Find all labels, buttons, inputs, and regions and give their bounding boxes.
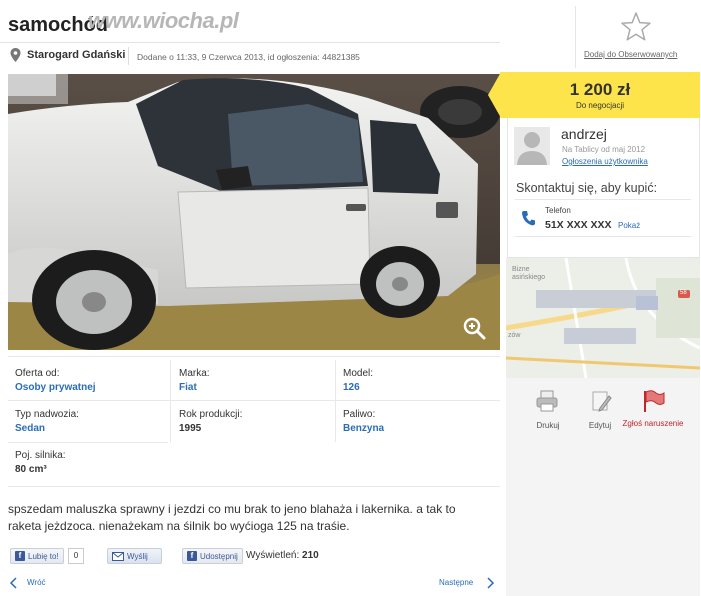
detail-value-make[interactable]: Fiat <box>179 382 197 393</box>
show-phone-link[interactable]: Pokaż <box>618 221 640 230</box>
map-label-2: asińskiego <box>512 274 546 281</box>
detail-label-body: Typ nadwozia: <box>15 409 79 420</box>
phone-divider-top <box>515 199 691 200</box>
detail-label-fuel: Paliwo: <box>343 409 376 420</box>
report-label[interactable]: Zgłoś naruszenie <box>622 419 684 429</box>
detail-label-make: Marka: <box>179 368 210 379</box>
seller-name: andrzej <box>561 126 607 142</box>
header-separator <box>128 47 129 65</box>
detail-value-model[interactable]: 126 <box>343 382 360 393</box>
details-row-divider-2 <box>8 442 168 443</box>
details-col-divider-2 <box>335 360 336 442</box>
prev-arrow-icon[interactable] <box>8 577 20 589</box>
facebook-icon: f <box>15 551 25 561</box>
facebook-share-icon: f <box>187 551 197 561</box>
price-note: Do negocjacji <box>575 101 625 110</box>
detail-label-model: Model: <box>343 368 374 379</box>
phone-icon <box>522 211 535 226</box>
detail-value-year: 1995 <box>179 423 202 434</box>
phone-label: Telefon <box>545 206 571 215</box>
views-label: Wyświetleń: <box>246 550 300 561</box>
send-button[interactable]: Wyślij <box>107 548 162 564</box>
printer-icon[interactable] <box>534 388 560 414</box>
star-icon[interactable] <box>620 11 652 43</box>
map-road-marker: 58 <box>680 290 687 296</box>
detail-value-fuel[interactable]: Benzyna <box>343 423 384 434</box>
contact-heading: Skontaktuj się, aby kupić: <box>516 181 658 195</box>
facebook-like-button[interactable]: f Lubię to! <box>10 548 64 564</box>
added-info: Dodane o 11:33, 9 Czerwca 2013, id ogłos… <box>137 52 360 62</box>
header-divider <box>0 42 500 43</box>
detail-value-offer[interactable]: Osoby prywatnej <box>15 382 96 393</box>
next-arrow-icon[interactable] <box>484 577 496 589</box>
detail-label-offer: Oferta od: <box>15 368 60 379</box>
detail-value-body[interactable]: Sedan <box>15 423 45 434</box>
details-top-divider <box>8 356 500 357</box>
location-map[interactable]: Bizne asińskiego zów 58 <box>506 258 700 378</box>
envelope-icon <box>112 551 124 561</box>
edit-icon[interactable] <box>588 388 614 414</box>
phone-divider-bottom <box>515 236 691 237</box>
map-label-3: zów <box>508 332 521 339</box>
add-to-watchlist-link[interactable]: Dodaj do Obserwowanych <box>584 50 677 59</box>
detail-label-year: Rok produkcji: <box>179 409 243 420</box>
phone-number: 51X XXX XXX <box>545 219 612 231</box>
like-count: 0 <box>68 548 84 564</box>
details-row-divider-1 <box>8 400 500 401</box>
prev-link[interactable]: Wróć <box>27 578 46 587</box>
flag-icon[interactable] <box>640 388 666 414</box>
details-bottom-divider <box>8 486 500 487</box>
details-col-divider-1 <box>170 360 171 442</box>
zoom-icon[interactable] <box>462 316 486 340</box>
seller-ads-link[interactable]: Ogłoszenia użytkownika <box>562 157 648 166</box>
print-label[interactable]: Drukuj <box>518 421 578 430</box>
next-link[interactable]: Następne <box>439 578 473 587</box>
watermark-text: www.wiocha.pl <box>88 8 239 33</box>
location-pin-icon <box>10 48 21 62</box>
views-counter: Wyświetleń: 210 <box>246 550 319 561</box>
detail-value-engine: 80 cm³ <box>15 464 47 475</box>
car-photo-illustration <box>8 74 500 350</box>
seller-since: Na Tablicy od maj 2012 <box>562 145 646 154</box>
detail-label-engine: Poj. silnika: <box>15 450 66 461</box>
like-label: Lubię to! <box>28 551 59 561</box>
fb-share-label: Udostępnij <box>200 551 238 561</box>
send-label: Wyślij <box>127 551 148 561</box>
ad-description: spszedam maluszka sprawny i jezdzi co mu… <box>8 502 456 533</box>
avatar-icon <box>514 127 550 165</box>
edit-label[interactable]: Edytuj <box>570 421 630 430</box>
map-label-1: Bizne <box>512 266 530 273</box>
car-photo[interactable] <box>8 74 500 350</box>
price-amount: 1 200 zł <box>569 80 631 99</box>
location-name[interactable]: Starogard Gdański <box>27 49 125 61</box>
facebook-share-button[interactable]: f Udostępnij <box>182 548 243 564</box>
views-count: 210 <box>302 550 319 561</box>
